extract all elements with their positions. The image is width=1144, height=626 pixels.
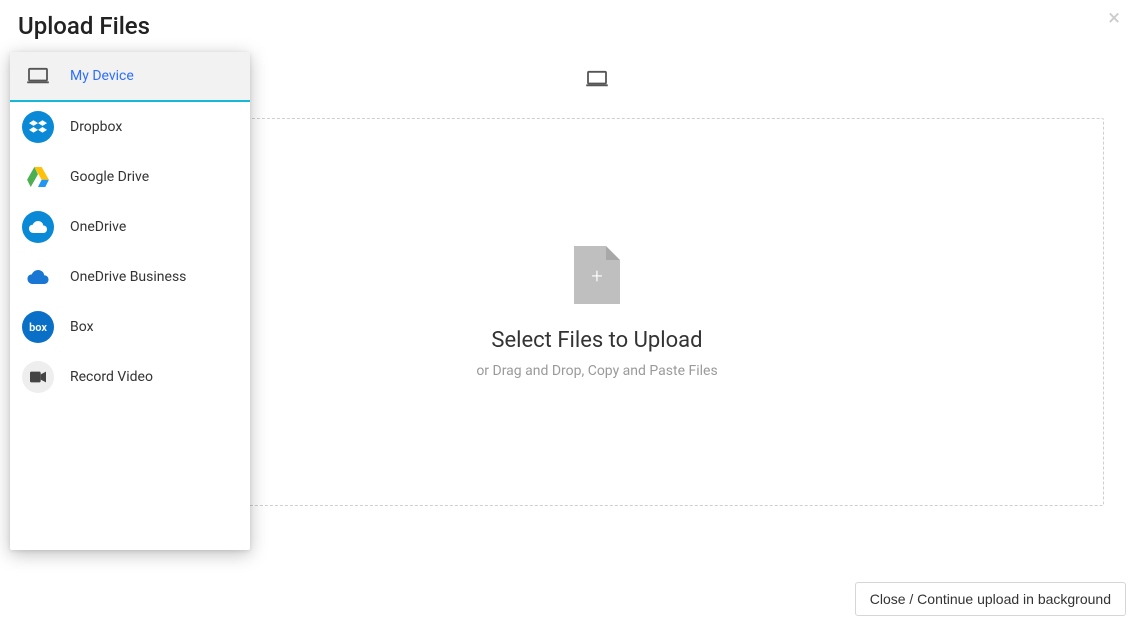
sidebar-item-dropbox[interactable]: Dropbox	[10, 102, 250, 152]
sidebar-item-label: OneDrive Business	[70, 269, 186, 285]
box-icon: box	[22, 311, 54, 343]
dropzone-title: Select Files to Upload	[491, 328, 702, 353]
laptop-icon	[22, 60, 54, 92]
sidebar-item-my-device[interactable]: My Device	[10, 52, 250, 102]
sidebar-item-label: Box	[70, 319, 94, 335]
sidebar-item-label: Google Drive	[70, 169, 149, 185]
file-plus-icon: +	[574, 246, 620, 304]
sidebar-item-label: My Device	[70, 68, 134, 84]
modal-footer: Close / Continue upload in background	[855, 582, 1126, 616]
close-continue-button[interactable]: Close / Continue upload in background	[855, 582, 1126, 616]
modal-header: Upload Files ×	[0, 0, 1144, 48]
google-drive-icon	[22, 161, 54, 193]
modal-title: Upload Files	[18, 12, 150, 40]
source-sidebar: My Device Dropbox Google Drive OneDrive	[10, 52, 250, 550]
onedrive-business-icon	[22, 261, 54, 293]
onedrive-icon	[22, 211, 54, 243]
sidebar-item-record-video[interactable]: Record Video	[10, 352, 250, 402]
close-icon[interactable]: ×	[1102, 8, 1126, 30]
dropzone-subtitle: or Drag and Drop, Copy and Paste Files	[476, 363, 717, 379]
sidebar-item-box[interactable]: box Box	[10, 302, 250, 352]
upload-files-modal: Upload Files × + Select Files to Upload …	[0, 0, 1144, 626]
sidebar-item-google-drive[interactable]: Google Drive	[10, 152, 250, 202]
video-camera-icon	[22, 361, 54, 393]
sidebar-item-label: Dropbox	[70, 119, 122, 135]
modal-body: + Select Files to Upload or Drag and Dro…	[0, 48, 1144, 588]
dropbox-icon	[22, 111, 54, 143]
sidebar-item-label: Record Video	[70, 369, 153, 385]
sidebar-item-onedrive-business[interactable]: OneDrive Business	[10, 252, 250, 302]
sidebar-item-onedrive[interactable]: OneDrive	[10, 202, 250, 252]
sidebar-item-label: OneDrive	[70, 219, 126, 235]
